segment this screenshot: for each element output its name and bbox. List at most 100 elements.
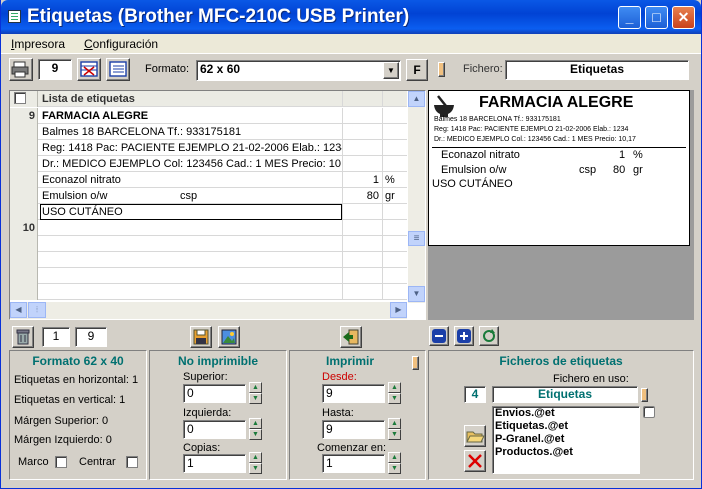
- minimize-button[interactable]: _: [618, 6, 641, 29]
- in-use-field[interactable]: Etiquetas: [492, 386, 638, 403]
- title-bar[interactable]: Etiquetas (Brother MFC-210C USB Printer)…: [1, 0, 701, 34]
- copies-stepper[interactable]: ▲ ▼: [249, 452, 262, 475]
- cell-unit[interactable]: %: [382, 172, 407, 188]
- remove-file-button[interactable]: [464, 450, 486, 472]
- table-row[interactable]: Emulsion o/w csp 80 gr: [10, 188, 407, 204]
- table-row[interactable]: USO CUTÁNEO: [10, 204, 407, 220]
- list-item[interactable]: Envios.@et: [493, 407, 639, 420]
- remove-button[interactable]: [429, 326, 449, 346]
- in-use-handle-button[interactable]: [641, 388, 648, 402]
- cell-text[interactable]: Emulsion o/w csp: [40, 188, 342, 204]
- table-row[interactable]: 10: [10, 220, 407, 236]
- cell-unit[interactable]: [382, 220, 407, 236]
- scroll-right-arrow[interactable]: ▶: [390, 302, 407, 318]
- cell-quantity[interactable]: [342, 204, 382, 220]
- cell-unit[interactable]: [382, 284, 407, 300]
- close-button[interactable]: ✕: [672, 6, 695, 29]
- cell-text[interactable]: FARMACIA ALEGRE: [40, 108, 342, 124]
- cell-quantity[interactable]: [342, 108, 382, 124]
- table-row[interactable]: Balmes 18 BARCELONA Tf.: 933175181: [10, 124, 407, 140]
- list-view-button[interactable]: [106, 58, 130, 81]
- left-stepper[interactable]: ▲ ▼: [249, 418, 262, 441]
- table-row[interactable]: [10, 268, 407, 284]
- files-list[interactable]: Envios.@et Etiquetas.@et P-Granel.@et Pr…: [492, 406, 640, 474]
- cell-text[interactable]: Econazol nitrato: [40, 172, 342, 188]
- scroll-down-arrow[interactable]: ▼: [408, 286, 425, 302]
- from-stepper[interactable]: ▲ ▼: [388, 382, 401, 405]
- table-row[interactable]: [10, 252, 407, 268]
- cell-unit[interactable]: [382, 156, 407, 172]
- open-folder-button[interactable]: [464, 425, 486, 447]
- vertical-scrollbar[interactable]: ▲ ≡ ▼: [408, 91, 425, 303]
- from-input[interactable]: 9: [322, 384, 385, 403]
- format-select[interactable]: 62 x 60: [196, 60, 401, 81]
- range-to-field[interactable]: 9: [75, 327, 107, 347]
- cell-quantity[interactable]: [342, 284, 382, 300]
- cell-quantity[interactable]: [342, 156, 382, 172]
- select-all-checkbox[interactable]: [14, 92, 26, 104]
- left-input[interactable]: 0: [183, 420, 246, 439]
- list-item[interactable]: Productos.@et: [493, 446, 639, 459]
- table-row[interactable]: [10, 236, 407, 252]
- refresh-button[interactable]: [479, 326, 499, 346]
- scroll-up-arrow[interactable]: ▲: [408, 91, 425, 107]
- to-stepper[interactable]: ▲ ▼: [388, 418, 401, 441]
- labels-grid[interactable]: Lista de etiquetas 9 FARMACIA ALEGRE Balme…: [9, 90, 426, 320]
- print-handle-button[interactable]: [412, 356, 419, 370]
- cell-unit[interactable]: [382, 268, 407, 284]
- list-item[interactable]: Etiquetas.@et: [493, 420, 639, 433]
- cell-unit[interactable]: [382, 252, 407, 268]
- hscroll-thumb[interactable]: ⦙: [28, 302, 46, 318]
- column-header-list[interactable]: Lista de etiquetas: [40, 91, 342, 107]
- center-checkbox[interactable]: [126, 456, 138, 468]
- cell-quantity[interactable]: [342, 220, 382, 236]
- top-input[interactable]: 0: [183, 384, 246, 403]
- cell-quantity[interactable]: 80: [342, 188, 382, 204]
- scroll-left-arrow[interactable]: ◀: [10, 302, 27, 318]
- exit-button[interactable]: [340, 326, 362, 348]
- list-item[interactable]: P-Granel.@et: [493, 433, 639, 446]
- cell-text[interactable]: Dr.: MEDICO EJEMPLO Col: 123456 Cad.: 1 …: [40, 156, 342, 172]
- add-button[interactable]: [454, 326, 474, 346]
- files-select-checkbox[interactable]: [643, 406, 655, 418]
- f-button[interactable]: F: [406, 59, 428, 81]
- maximize-button[interactable]: □: [645, 6, 668, 29]
- table-row[interactable]: 9 FARMACIA ALEGRE: [10, 108, 407, 124]
- save-button[interactable]: [190, 326, 212, 348]
- copies-input[interactable]: 1: [183, 454, 246, 473]
- cell-unit[interactable]: [382, 124, 407, 140]
- image-button[interactable]: [218, 326, 240, 348]
- cell-text[interactable]: [40, 220, 342, 236]
- start-stepper[interactable]: ▲ ▼: [388, 452, 401, 475]
- cell-quantity[interactable]: [342, 252, 382, 268]
- grid-view-button[interactable]: [77, 58, 101, 81]
- cell-quantity[interactable]: [342, 268, 382, 284]
- to-input[interactable]: 9: [322, 420, 385, 439]
- range-from-field[interactable]: 1: [42, 327, 70, 347]
- cell-text[interactable]: Reg: 1418 Pac: PACIENTE EJEMPLO 21-02-20…: [40, 140, 342, 156]
- file-handle-button[interactable]: [438, 62, 445, 77]
- cell-text[interactable]: USO CUTÁNEO: [40, 204, 342, 220]
- table-row[interactable]: Econazol nitrato 1%: [10, 172, 407, 188]
- menu-impresora[interactable]: Impresora: [11, 37, 65, 51]
- cell-unit[interactable]: [382, 236, 407, 252]
- cell-unit[interactable]: [382, 140, 407, 156]
- table-row[interactable]: Reg: 1418 Pac: PACIENTE EJEMPLO 21-02-20…: [10, 140, 407, 156]
- copies-field[interactable]: 9: [38, 59, 72, 80]
- delete-button[interactable]: [12, 326, 34, 348]
- cell-quantity[interactable]: [342, 140, 382, 156]
- start-input[interactable]: 1: [322, 454, 385, 473]
- table-row[interactable]: Dr.: MEDICO EJEMPLO Col: 123456 Cad.: 1 …: [10, 156, 407, 172]
- cell-quantity[interactable]: 1: [342, 172, 382, 188]
- cell-unit[interactable]: [382, 108, 407, 124]
- top-stepper[interactable]: ▲ ▼: [249, 382, 262, 405]
- cell-quantity[interactable]: [342, 236, 382, 252]
- table-row[interactable]: [10, 284, 407, 300]
- frame-checkbox[interactable]: [55, 456, 67, 468]
- print-button[interactable]: [9, 58, 33, 81]
- cell-unit[interactable]: gr: [382, 188, 407, 204]
- file-field[interactable]: Etiquetas: [505, 60, 689, 80]
- cell-unit[interactable]: [382, 204, 407, 220]
- format-dropdown-button[interactable]: ▼: [383, 62, 399, 79]
- menu-configuracion[interactable]: Configuración: [84, 37, 158, 51]
